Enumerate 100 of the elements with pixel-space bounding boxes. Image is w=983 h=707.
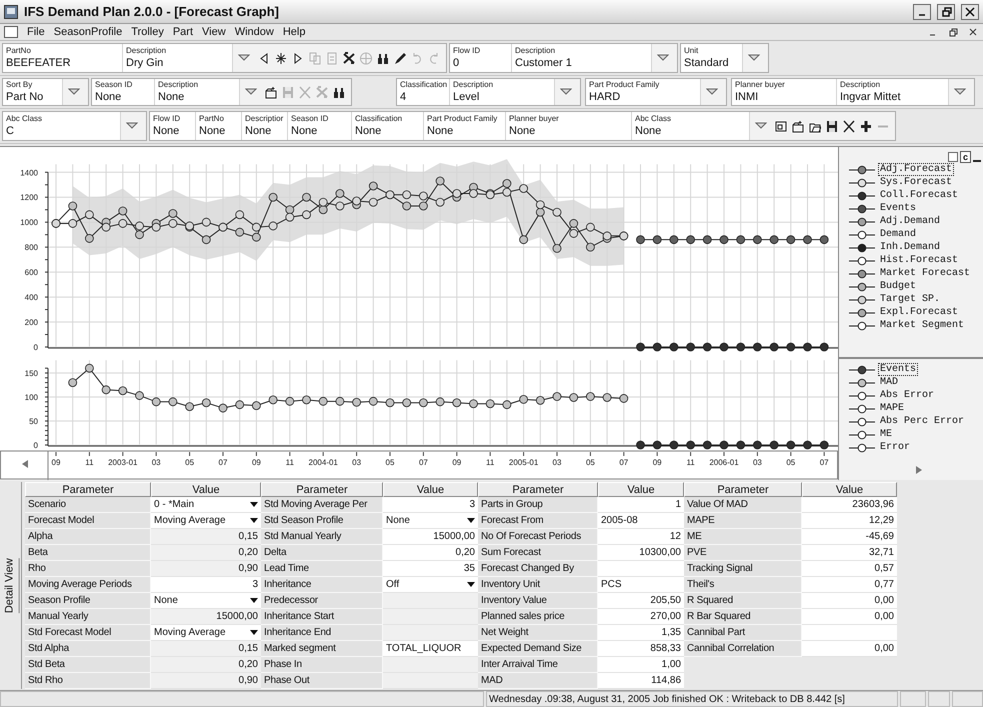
parameter-cell: R Bar Squared [684,609,802,625]
parameter-cell: Value Of MAD [684,497,802,513]
axis-label: 07 [218,458,228,467]
axis-label: 800 [24,243,38,252]
parameter-cell: Beta [25,545,151,561]
axis-label: 0 [34,343,38,352]
axis-label: 2003-01 [108,458,138,467]
axis-label: 07 [820,458,829,467]
field-label: Season ID [291,114,330,124]
field-label: Abc Class [635,114,672,124]
field-label: Description [515,46,556,56]
column-header: Parameter [261,482,383,497]
parameter-cell: Net Weight [478,625,598,641]
column-header: Value [151,482,261,497]
axis-label: 1000 [20,218,38,228]
parameter-cell: Planned sales price [478,609,598,625]
axis-label: 05 [586,458,595,467]
field-value: INMI [735,90,760,104]
field-label: Description [158,80,200,90]
field-label: Classification [400,80,446,90]
parameter-cell: Cannibal Correlation [684,641,802,657]
axis-label: 03 [752,458,762,467]
field-label: Season ID [95,80,134,90]
parameter-cell: MAPE [684,513,802,529]
axis-label: 2006-01 [709,458,739,467]
axis-label: 100 [24,393,38,402]
axis-label: 200 [24,318,38,328]
parameter-cell: Forecast Model [25,513,151,529]
parameter-cell: Inheritance End [261,625,383,641]
field-label: Flow ID [453,46,482,56]
field-value: None [509,124,536,138]
field-label: Unit [684,46,700,56]
parameter-cell: PVE [684,545,802,561]
axis-label: 05 [386,458,394,467]
axis-label: 03 [352,458,362,467]
axis-label: 1200 [20,193,38,202]
axis-label: 0 [34,441,38,450]
field-value: BEEFEATER [6,56,72,70]
parameter-cell: Inter Arraival Time [478,657,598,673]
parameter-cell: R Squared [684,593,802,609]
parameter-cell: Expected Demand Size [478,641,598,657]
field-label: Classification [355,114,404,124]
axis-label: 1400 [20,168,38,178]
axis-label: 11 [286,458,294,467]
field-label: Sort By [6,80,34,90]
axis-label: 50 [29,417,38,426]
parameter-cell: Std Rho [25,673,151,689]
parameter-cell: Std Manual Yearly [261,529,383,545]
field-value: None [355,124,382,138]
field-label: Part Product Family [427,114,498,124]
field-value: None [427,124,454,138]
axis-label: 05 [185,458,194,467]
field-label: Description [126,46,168,56]
field-label: Flow ID [153,114,182,124]
parameter-cell: Phase Out [261,673,383,689]
parameter-cell: Predecessor [261,593,383,609]
parameter-cell: Std Season Profile [261,513,383,529]
axis-label: 2004-01 [308,458,338,467]
field-label: Description [840,80,882,90]
axis-label: 09 [652,458,662,467]
field-value: 0 [453,56,460,70]
axis-label: 03 [152,458,161,467]
field-value: None [245,124,272,138]
axis-label: 600 [24,268,38,278]
parameter-cell: Manual Yearly [25,609,151,625]
parameter-cell: No Of Forecast Periods [478,529,598,545]
parameter-cell: Moving Average Periods [25,577,151,593]
parameter-cell: Std Alpha [25,641,151,657]
field-value: Ingvar Mittet [840,90,902,104]
parameter-cell: Season Profile [25,593,151,609]
field-label: Descriptior [245,114,284,124]
axis-label: 07 [619,458,628,467]
axis-label: 2005-01 [508,458,538,467]
parameter-cell: Std Moving Average Per [261,497,383,513]
field-label: PartNo [199,114,225,124]
column-header: Parameter [25,482,151,497]
field-value: Level [453,90,480,104]
field-value: None [635,124,662,138]
axis-label: 05 [786,458,796,467]
axis-label: 400 [24,293,38,302]
field-value: 4 [400,90,408,104]
field-value: Customer 1 [515,56,573,70]
parameter-cell: Inheritance Start [261,609,383,625]
field-label: Planner buyer [735,80,786,90]
field-label: PartNo [6,46,32,56]
column-header: Parameter [684,482,802,497]
axis-label: 07 [418,458,428,467]
parameter-cell: Delta [261,545,383,561]
field-value: None [153,124,180,138]
field-value: None [199,124,226,138]
axis-label: 11 [85,458,94,467]
axis-label: 09 [52,458,60,467]
parameter-cell: Parts in Group [478,497,598,513]
field-label: Planner buyer [509,114,560,124]
parameter-cell: Inventory Unit [478,577,598,593]
parameter-cell: Rho [25,561,151,577]
parameter-cell: Forecast From [478,513,598,529]
parameter-cell: Scenario [25,497,151,513]
field-value: None [95,90,122,104]
status-message: Wednesday .09:38, August 31, 2005 Job finished OK : Writeback to DB 8.442 [s] [486,691,898,707]
